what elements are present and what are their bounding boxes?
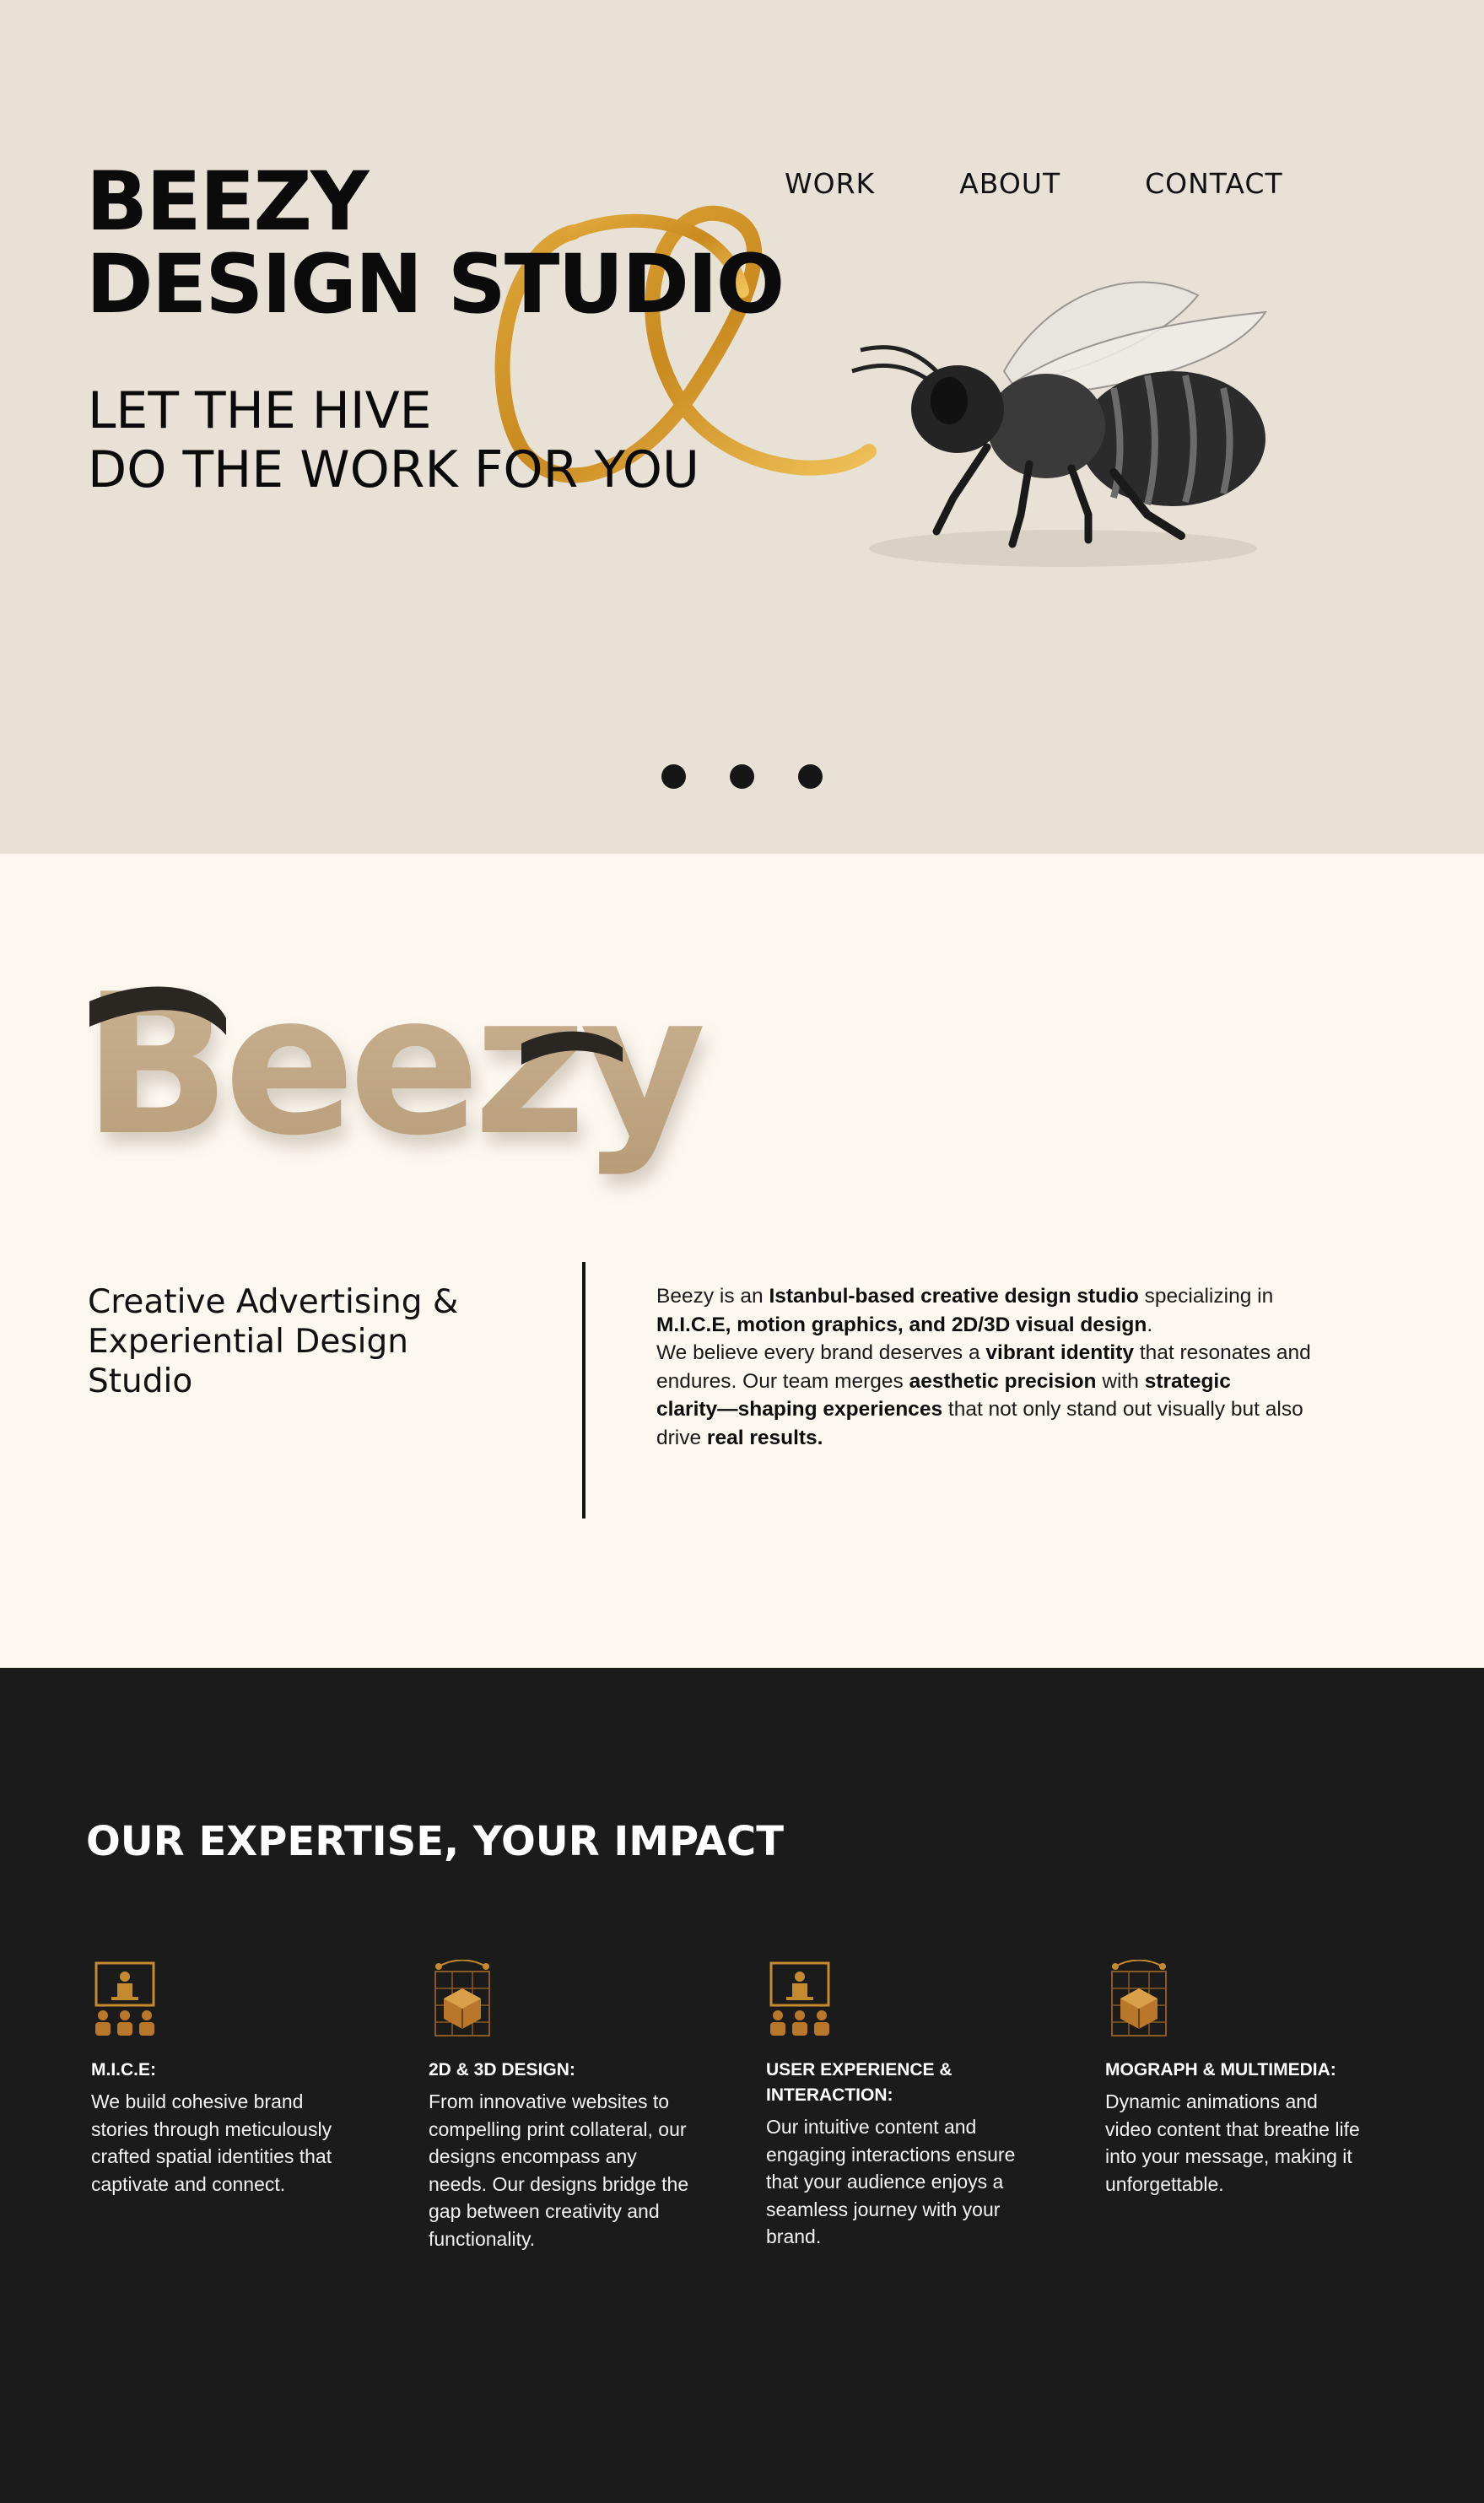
expertise-card-mice: M.I.C.E: We build cohesive brand stories… — [91, 1960, 382, 2198]
presentation-audience-icon — [769, 1961, 830, 2036]
text-bold: real results. — [706, 1426, 823, 1449]
card-body-line: video content that breathe life — [1105, 2117, 1360, 2140]
bee-illustration — [851, 281, 1268, 567]
card-body-line: functionality. — [429, 2227, 536, 2250]
about-heading-line: Studio — [88, 1362, 193, 1400]
carousel-dots — [661, 764, 823, 789]
text-run: drive — [656, 1426, 707, 1449]
card-title-line: INTERACTION: — [766, 2085, 893, 2105]
studio-title: BEEZY DESIGN STUDIO — [86, 154, 785, 332]
about-line: Beezy is an Istanbul-based creative desi… — [656, 1282, 1348, 1311]
card-body-line: brand. — [766, 2225, 822, 2247]
card-body-line: stories through meticulously — [91, 2117, 332, 2140]
text-bold: strategic — [1144, 1369, 1231, 1393]
card-title: MOGRAPH & MULTIMEDIA: — [1105, 2058, 1396, 2083]
card-title-line: MOGRAPH & MULTIMEDIA: — [1105, 2060, 1336, 2080]
text-bold: M.I.C.E, motion graphics, and 2D/3D visu… — [656, 1313, 1147, 1336]
text-run: that not only stand out visually but als… — [942, 1398, 1303, 1421]
text-run: that resonates and — [1134, 1341, 1311, 1364]
card-body: From innovative websites to compelling p… — [429, 2088, 720, 2252]
card-body-line: captivate and connect. — [91, 2172, 286, 2195]
card-body-line: into your message, making it — [1105, 2145, 1352, 2167]
vertical-divider — [582, 1262, 586, 1519]
card-title-line: USER EXPERIENCE & — [766, 2060, 952, 2080]
presentation-audience-icon — [94, 1961, 155, 2036]
card-body: Dynamic animations and video content tha… — [1105, 2088, 1396, 2198]
tagline-line: LET THE HIVE — [88, 381, 432, 440]
card-body-line: designs encompass any — [429, 2145, 637, 2167]
about-line: We believe every brand deserves a vibran… — [656, 1339, 1348, 1367]
card-body-line: compelling print collateral, our — [429, 2117, 687, 2140]
card-title: USER EXPERIENCE & INTERACTION: — [766, 2058, 1057, 2108]
expertise-card-2d-3d: 2D & 3D DESIGN: From innovative websites… — [429, 1960, 720, 2252]
card-title: 2D & 3D DESIGN: — [429, 2058, 720, 2083]
text-bold: clarity—shaping experiences — [656, 1398, 943, 1421]
nav-contact-link[interactable]: CONTACT — [1145, 167, 1283, 200]
about-line: M.I.C.E, motion graphics, and 2D/3D visu… — [656, 1311, 1348, 1340]
card-body: We build cohesive brand stories through … — [91, 2088, 382, 2198]
beezy-wordmark: Beezy — [83, 968, 710, 1179]
studio-title-line: DESIGN STUDIO — [86, 237, 785, 332]
expertise-card-mograph: MOGRAPH & MULTIMEDIA: Dynamic animations… — [1105, 1960, 1396, 2198]
card-body-line: We build cohesive brand — [91, 2090, 304, 2112]
text-run: . — [1147, 1313, 1153, 1336]
3d-cube-design-icon — [434, 1960, 490, 2036]
3d-cube-design-icon — [1111, 1960, 1167, 2036]
about-line: clarity—shaping experiences that not onl… — [656, 1395, 1348, 1424]
hero-section: BEEZY DESIGN STUDIO LET THE HIVE DO THE … — [0, 0, 1484, 854]
card-title: M.I.C.E: — [91, 2058, 382, 2083]
expertise-title: OUR EXPERTISE, YOUR IMPACT — [86, 1818, 784, 1865]
main-nav: WORK ABOUT CONTACT — [785, 167, 1283, 200]
about-line: drive real results. — [656, 1424, 1348, 1453]
text-bold: aesthetic precision — [909, 1369, 1097, 1393]
carousel-dot[interactable] — [730, 764, 754, 789]
about-line: endures. Our team merges aesthetic preci… — [656, 1367, 1348, 1396]
nav-work-link[interactable]: WORK — [785, 167, 875, 200]
about-heading-line: Creative Advertising & — [88, 1283, 459, 1321]
nav-about-link[interactable]: ABOUT — [959, 167, 1060, 200]
card-body-line: engaging interactions ensure — [766, 2143, 1016, 2166]
card-body-line: From innovative websites to — [429, 2090, 670, 2112]
text-bold: vibrant identity — [985, 1341, 1135, 1364]
carousel-dot[interactable] — [661, 764, 686, 789]
hero-tagline: LET THE HIVE DO THE WORK FOR YOU — [88, 381, 699, 499]
about-heading-line: Experiential Design — [88, 1323, 408, 1361]
text-run: We believe every brand deserves a — [656, 1341, 986, 1364]
carousel-dot[interactable] — [798, 764, 823, 789]
about-paragraph: Beezy is an Istanbul-based creative desi… — [656, 1282, 1348, 1452]
text-run: Beezy is an — [656, 1285, 769, 1308]
card-body-line: Dynamic animations and — [1105, 2090, 1318, 2112]
card-body: Our intuitive content and engaging inter… — [766, 2113, 1057, 2251]
card-body-line: crafted spatial identities that — [91, 2145, 332, 2167]
card-body-line: seamless journey with your — [766, 2198, 1001, 2220]
card-body-line: gap between creativity and — [429, 2200, 660, 2222]
card-body-line: needs. Our designs bridge the — [429, 2172, 689, 2195]
expertise-card-ux: USER EXPERIENCE & INTERACTION: Our intui… — [766, 1960, 1057, 2251]
card-body-line: that your audience enjoys a — [766, 2171, 1004, 2193]
card-title-line: M.I.C.E: — [91, 2060, 156, 2080]
tagline-line: DO THE WORK FOR YOU — [88, 440, 699, 499]
expertise-section: OUR EXPERTISE, YOUR IMPACT M.I.C.E: We b… — [0, 1668, 1484, 2503]
card-body-line: unforgettable. — [1105, 2172, 1224, 2195]
card-body-line: Our intuitive content and — [766, 2116, 977, 2138]
about-heading: Creative Advertising & Experiential Desi… — [88, 1282, 526, 1401]
about-section: Beezy Creative Advertising & Experientia… — [0, 854, 1484, 1668]
studio-title-line: BEEZY — [86, 154, 369, 249]
card-title-line: 2D & 3D DESIGN: — [429, 2060, 575, 2080]
text-run: endures. Our team merges — [656, 1369, 909, 1393]
text-bold: Istanbul-based creative design studio — [769, 1285, 1139, 1308]
text-run: with — [1096, 1369, 1145, 1393]
text-run: specializing in — [1138, 1285, 1274, 1308]
